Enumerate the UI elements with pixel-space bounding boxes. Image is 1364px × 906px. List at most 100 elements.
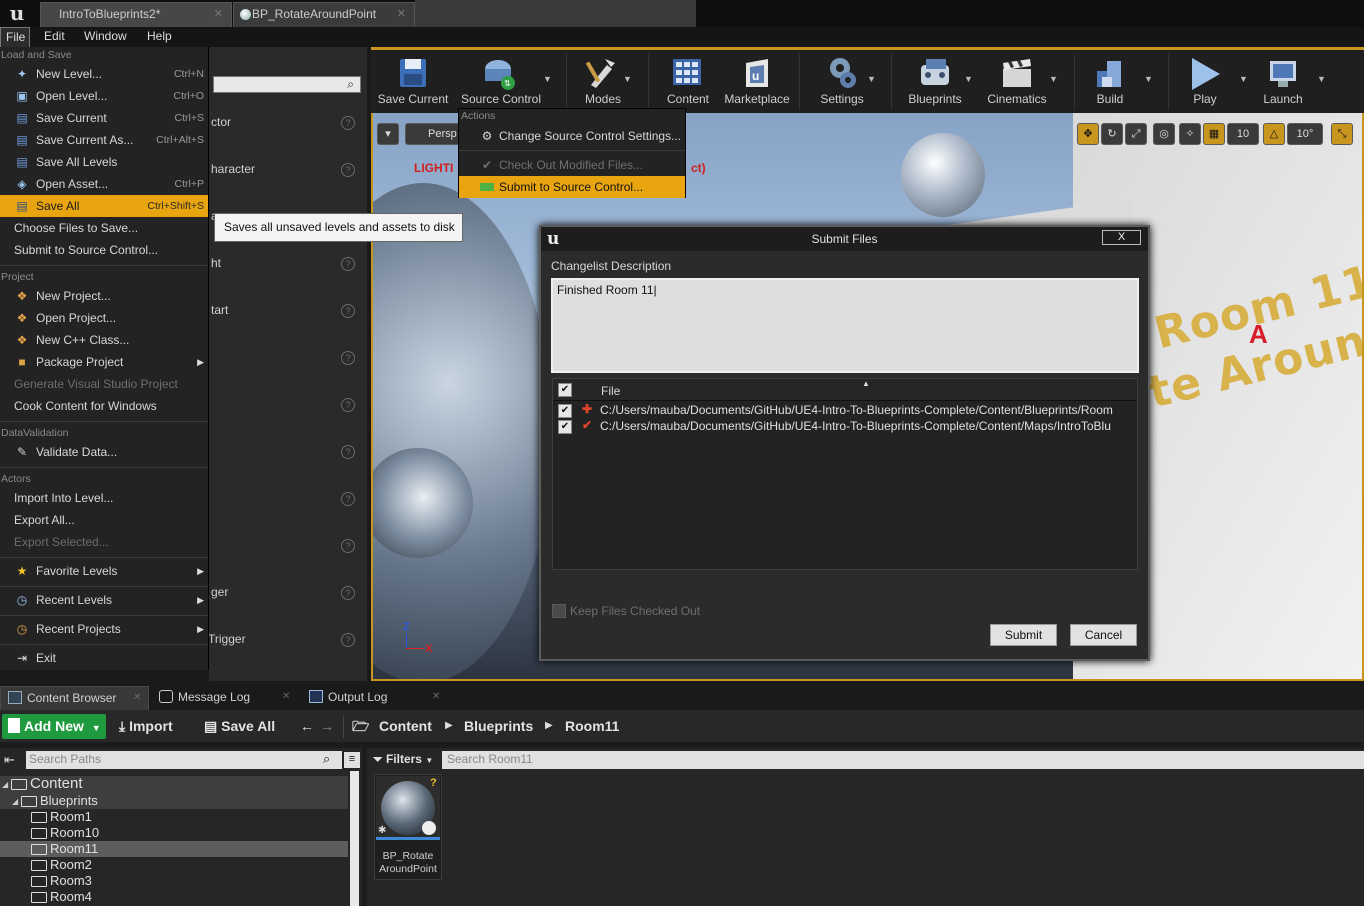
chevron-down-icon[interactable]: ▼ <box>964 74 974 84</box>
paths-scrollbar[interactable] <box>350 771 359 906</box>
scale-snap-icon[interactable]: ⤡ <box>1331 123 1353 145</box>
help-icon[interactable]: ? <box>341 304 355 318</box>
tree-item-room2[interactable]: Room2 <box>0 857 348 873</box>
scale-icon[interactable]: ⤢ <box>1125 123 1147 145</box>
close-icon[interactable]: ✕ <box>397 7 406 20</box>
chevron-down-icon[interactable]: ▼ <box>1049 74 1059 84</box>
choose-files-item[interactable]: Choose Files to Save... <box>0 217 208 239</box>
close-button[interactable]: X <box>1102 230 1141 245</box>
menu-edit[interactable]: Edit <box>39 27 70 47</box>
tree-item-room11[interactable]: Room11 <box>0 841 348 857</box>
change-sc-settings-item[interactable]: ⚙ Change Source Control Settings... <box>459 125 685 147</box>
dialog-title-bar[interactable]: u Submit Files X <box>541 227 1148 251</box>
tab-output-log[interactable]: Output Log ✕ <box>302 686 450 710</box>
rotate-icon[interactable]: ↻ <box>1101 123 1123 145</box>
file-checkbox[interactable]: ✔ <box>558 404 572 418</box>
save-current-as-item[interactable]: ▤ Save Current As... Ctrl+Alt+S <box>0 129 208 151</box>
history-forward-button[interactable]: → <box>320 716 334 738</box>
generate-vs-project-item[interactable]: Generate Visual Studio Project <box>0 373 208 395</box>
path-view-options-icon[interactable]: ≡ <box>344 752 360 768</box>
help-icon[interactable]: ? <box>341 586 355 600</box>
tab-blueprint[interactable]: BP_RotateAroundPoint ✕ <box>233 2 415 27</box>
globe-icon[interactable]: ◎ <box>1153 123 1175 145</box>
tab-level[interactable]: IntroToBlueprints2* ✕ <box>40 2 232 27</box>
save-current-button[interactable]: Save Current <box>375 50 451 113</box>
file-column-header[interactable]: File <box>601 384 620 398</box>
favorite-levels-item[interactable]: ★ Favorite Levels ▶ <box>0 560 208 582</box>
perspective-button[interactable]: Persp <box>405 123 463 145</box>
translate-icon[interactable]: ✥ <box>1077 123 1099 145</box>
tree-item-blueprints[interactable]: ◢ Blueprints <box>0 793 348 809</box>
import-into-level-item[interactable]: Import Into Level... <box>0 487 208 509</box>
save-all-button[interactable]: ▤ Save All <box>204 716 275 738</box>
file-row[interactable]: ✔ ✔ C:/Users/mauba/Documents/GitHub/UE4-… <box>553 419 1137 435</box>
exit-item[interactable]: ⇥ Exit <box>0 647 208 669</box>
submit-source-control-item[interactable]: Submit to Source Control... <box>0 239 208 261</box>
save-current-item[interactable]: ▤ Save Current Ctrl+S <box>0 107 208 129</box>
details-search-input[interactable]: ⌕ <box>213 76 361 93</box>
help-icon[interactable]: ? <box>341 492 355 506</box>
validate-data-item[interactable]: ✎ Validate Data... <box>0 441 208 463</box>
file-row[interactable]: ✔ ✚ C:/Users/mauba/Documents/GitHub/UE4-… <box>553 403 1137 419</box>
close-icon[interactable]: ✕ <box>214 7 223 20</box>
close-icon[interactable]: ✕ <box>282 686 290 708</box>
history-back-button[interactable]: ← <box>300 716 314 738</box>
close-icon[interactable]: ✕ <box>133 687 141 709</box>
search-paths-input[interactable]: Search Paths <box>26 751 342 769</box>
submit-button[interactable]: Submit <box>990 624 1057 646</box>
surface-snap-icon[interactable]: ✧ <box>1179 123 1201 145</box>
cinematics-button[interactable]: Cinematics <box>980 50 1054 113</box>
tree-item-room10[interactable]: Room10 <box>0 825 348 841</box>
tree-item-content[interactable]: ◢ Content <box>0 776 348 793</box>
cancel-button[interactable]: Cancel <box>1070 624 1137 646</box>
new-project-item[interactable]: ❖ New Project... <box>0 285 208 307</box>
viewport-options-button[interactable]: ▾ <box>377 123 399 145</box>
tab-content-browser[interactable]: Content Browser ✕ <box>0 686 149 710</box>
save-all-levels-item[interactable]: ▤ Save All Levels <box>0 151 208 173</box>
new-level-item[interactable]: ✦ New Level... Ctrl+N <box>0 63 208 85</box>
export-all-item[interactable]: Export All... <box>0 509 208 531</box>
help-icon[interactable]: ? <box>341 163 355 177</box>
help-icon[interactable]: ? <box>341 539 355 553</box>
filters-button[interactable]: ⏷ Filters ▼ <box>373 751 436 769</box>
tab-message-log[interactable]: Message Log ✕ <box>152 686 299 710</box>
search-assets-input[interactable]: Search Room11 <box>442 751 1364 769</box>
menu-help[interactable]: Help <box>142 27 177 47</box>
help-icon[interactable]: ? <box>341 257 355 271</box>
save-all-item[interactable]: ▤ Save All Ctrl+Shift+S <box>0 195 208 217</box>
menu-file[interactable]: File <box>0 27 30 47</box>
recent-levels-item[interactable]: ◷ Recent Levels ▶ <box>0 589 208 611</box>
help-icon[interactable]: ? <box>341 633 355 647</box>
file-checkbox[interactable]: ✔ <box>558 420 572 434</box>
rotation-snap-icon[interactable]: △ <box>1263 123 1285 145</box>
import-button[interactable]: ⤓ Import <box>119 716 173 738</box>
open-level-item[interactable]: ▣ Open Level... Ctrl+O <box>0 85 208 107</box>
play-button[interactable]: Play <box>1174 50 1236 113</box>
keep-checked-out-checkbox[interactable] <box>552 604 566 618</box>
chevron-down-icon[interactable]: ▼ <box>623 74 633 84</box>
rotation-snap-value[interactable]: 10° <box>1287 123 1323 145</box>
breadcrumb-content[interactable]: Content <box>379 716 432 737</box>
open-project-item[interactable]: ❖ Open Project... <box>0 307 208 329</box>
breadcrumb-separator-icon[interactable]: ▶ <box>545 720 553 731</box>
settings-button[interactable]: Settings <box>809 50 875 113</box>
breadcrumb-blueprints[interactable]: Blueprints <box>464 716 533 737</box>
tree-item-room4[interactable]: Room4 <box>0 889 348 905</box>
marketplace-button[interactable]: u Marketplace <box>721 50 793 113</box>
build-button[interactable]: Build <box>1080 50 1140 113</box>
submit-sc-item[interactable]: Submit to Source Control... <box>459 176 685 198</box>
changelist-description-input[interactable]: Finished Room 11| <box>551 278 1139 373</box>
blueprints-button[interactable]: Blueprints <box>898 50 972 113</box>
breadcrumb-separator-icon[interactable]: ▶ <box>445 720 453 731</box>
launch-button[interactable]: Launch <box>1251 50 1315 113</box>
sources-toggle-icon[interactable]: ⇤ <box>4 752 20 768</box>
add-new-button[interactable]: Add New ▼ <box>2 714 106 739</box>
export-selected-item[interactable]: Export Selected... <box>0 531 208 553</box>
recent-projects-item[interactable]: ◷ Recent Projects ▶ <box>0 618 208 640</box>
tree-item-room3[interactable]: Room3 <box>0 873 348 889</box>
source-control-button[interactable]: ⇅ Source Control <box>457 50 545 113</box>
chevron-down-icon[interactable]: ▼ <box>1317 74 1327 84</box>
breadcrumb-room11[interactable]: Room11 <box>565 716 619 737</box>
grid-icon[interactable]: ▦ <box>1203 123 1225 145</box>
help-icon[interactable]: ? <box>341 351 355 365</box>
